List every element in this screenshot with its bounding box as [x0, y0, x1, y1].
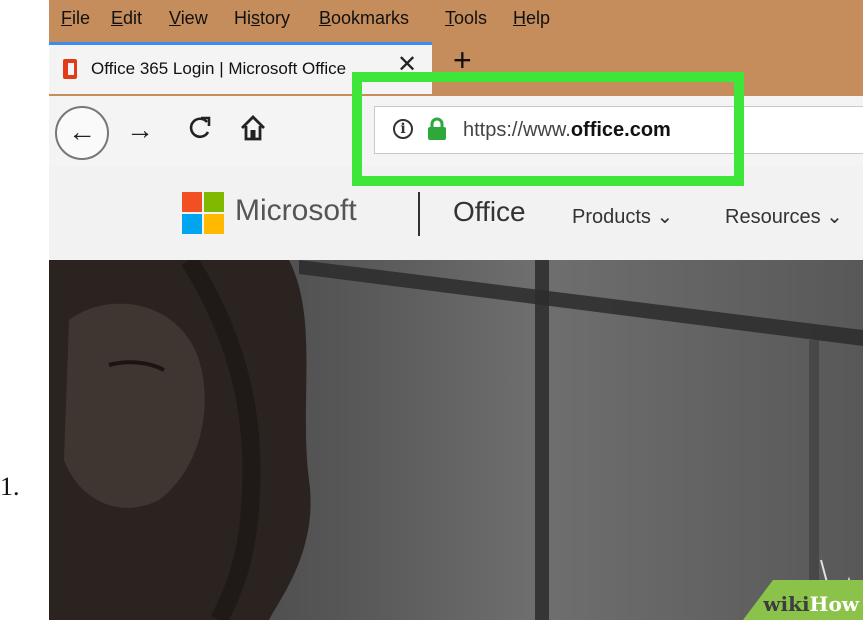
home-icon	[241, 115, 265, 141]
header-divider	[418, 192, 420, 236]
reload-button[interactable]	[187, 114, 213, 149]
microsoft-wordmark[interactable]: Microsoft	[235, 194, 357, 228]
menu-edit[interactable]: Edit	[111, 8, 142, 29]
menu-bookmarks[interactable]: Bookmarks	[319, 8, 409, 29]
menu-view[interactable]: View	[169, 8, 208, 29]
microsoft-logo-icon[interactable]	[182, 192, 224, 234]
list-number: 1.	[0, 472, 20, 501]
office-logo-icon	[63, 59, 77, 79]
nav-resources[interactable]: Resources ⌄	[725, 204, 843, 229]
wikihow-watermark: wikiHow	[713, 580, 863, 620]
forward-button[interactable]: →	[126, 114, 154, 146]
menu-help[interactable]: Help	[513, 8, 550, 29]
menu-file[interactable]: File	[61, 8, 90, 29]
home-button[interactable]	[239, 114, 267, 142]
back-button[interactable]: ←	[55, 106, 109, 160]
reload-icon	[189, 116, 211, 139]
office-label[interactable]: Office	[453, 196, 526, 228]
menu-bar: File Edit View History Bookmarks Tools H…	[49, 0, 863, 42]
hero-photo-illustration	[49, 260, 863, 620]
hero-image: wikiHow	[49, 260, 863, 620]
browser-screenshot: File Edit View History Bookmarks Tools H…	[49, 0, 863, 620]
menu-tools[interactable]: Tools	[445, 8, 487, 29]
tab-title: Office 365 Login | Microsoft Office	[91, 59, 347, 78]
nav-products[interactable]: Products ⌄	[572, 204, 673, 229]
menu-history[interactable]: History	[234, 8, 290, 29]
address-bar-highlight	[352, 72, 744, 186]
wikihow-logo-text: wikiHow	[763, 592, 859, 616]
